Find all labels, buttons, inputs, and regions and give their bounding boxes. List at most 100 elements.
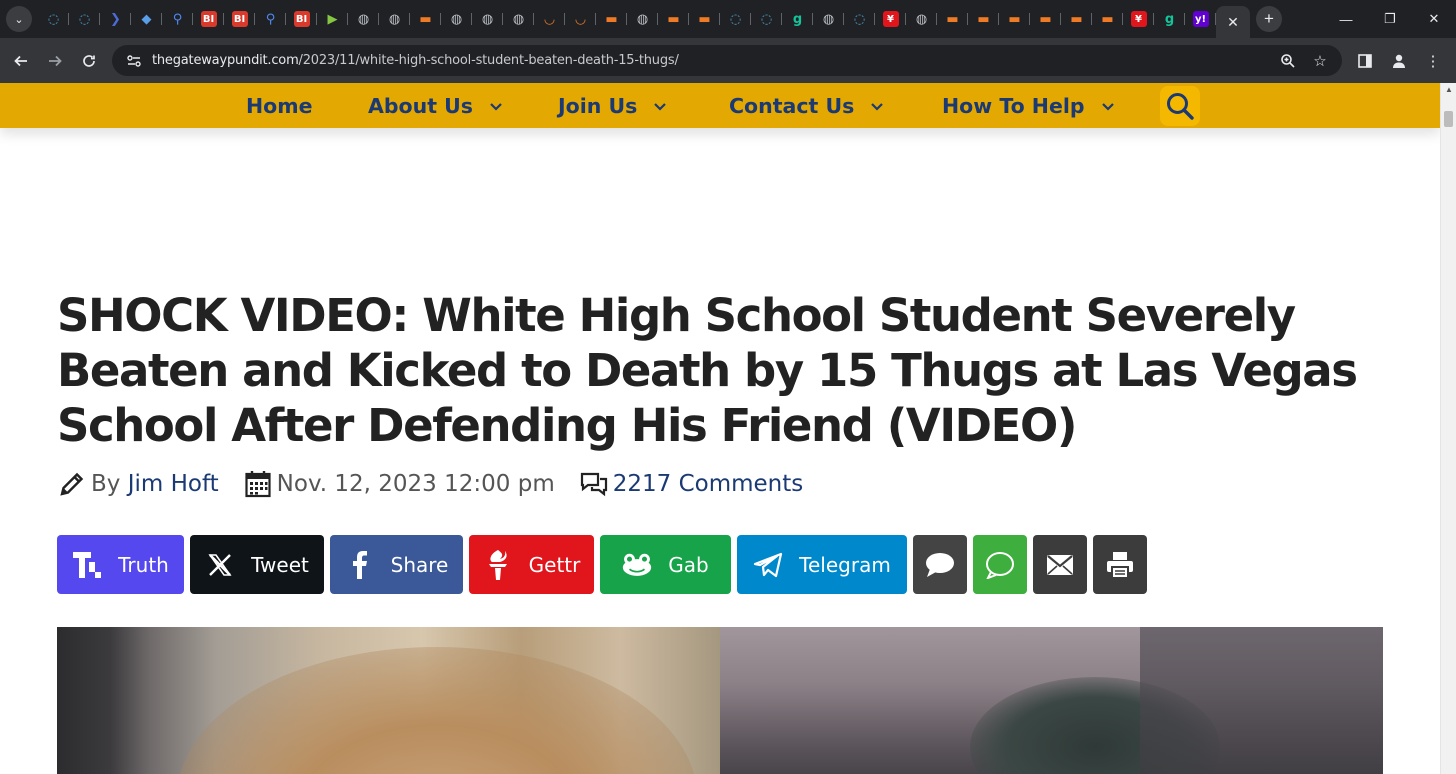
url-path: /2023/11/white-high-school-student-beate… (298, 53, 679, 68)
search-icon (1167, 93, 1194, 120)
pinned-tab[interactable]: ◡ (565, 4, 596, 34)
pinned-tab[interactable]: ▶ (317, 4, 348, 34)
article-hero-image[interactable] (57, 627, 1383, 774)
pinned-tab[interactable]: ◍ (627, 4, 658, 34)
restore-icon[interactable]: ❐ (1368, 0, 1412, 38)
shield-icon: ◌ (853, 11, 866, 27)
site-navigation: Home About Us Join Us Contact Us How To … (0, 83, 1440, 128)
chevron-icon: ❯ (110, 11, 121, 27)
url-text[interactable]: thegatewaypundit.com/2023/11/white-high-… (152, 53, 679, 68)
scrollbar-thumb[interactable] (1444, 111, 1453, 127)
pinned-tab[interactable]: ◌ (751, 4, 782, 34)
pinned-tab[interactable]: ◍ (348, 4, 379, 34)
share-gettr-button[interactable]: Gettr (469, 535, 594, 594)
share-gab-button[interactable]: Gab (600, 535, 731, 594)
more-menu-icon[interactable]: ⋮ (1416, 44, 1450, 78)
page-scrollbar[interactable]: ▲ (1440, 83, 1456, 774)
side-panel-icon[interactable] (1348, 44, 1382, 78)
pinned-tab[interactable]: ▬ (410, 4, 441, 34)
reload-button[interactable] (72, 44, 106, 78)
share-print-button[interactable] (1093, 535, 1147, 594)
pinned-tab[interactable]: ▬ (689, 4, 720, 34)
pinned-tab[interactable]: ◍ (906, 4, 937, 34)
site-search-button[interactable] (1160, 86, 1200, 126)
close-tab-icon[interactable]: ✕ (1227, 14, 1239, 31)
share-label: Gettr (528, 552, 581, 577)
scroll-up-arrow-icon[interactable]: ▲ (1445, 85, 1453, 94)
active-tab[interactable]: ✕ (1216, 6, 1250, 38)
pinned-tab[interactable]: ▬ (968, 4, 999, 34)
share-comment-button[interactable] (913, 535, 967, 594)
bookmark-icon: ▬ (1008, 11, 1021, 27)
share-label: Truth (118, 552, 169, 577)
share-email-button[interactable] (1033, 535, 1087, 594)
shield-icon: ◌ (729, 11, 742, 27)
print-icon (1105, 550, 1135, 580)
pinned-tab[interactable]: ◌ (69, 4, 100, 34)
pinned-tab[interactable]: BI (286, 4, 317, 34)
pinned-tab[interactable]: ◌ (38, 4, 69, 34)
pinned-tab[interactable]: y! (1185, 4, 1216, 34)
share-tweet-button[interactable]: Tweet (190, 535, 324, 594)
share-bar: Truth Tweet Share Gettr Gab Telegram (57, 535, 1153, 594)
nav-how-to-help[interactable]: How To Help (942, 83, 1115, 128)
pinned-tab[interactable]: ▬ (1030, 4, 1061, 34)
tab-search-menu-button[interactable]: ⌄ (6, 6, 32, 32)
pinned-tab[interactable]: ◌ (720, 4, 751, 34)
pinned-tab[interactable]: ◍ (379, 4, 410, 34)
forward-button[interactable] (38, 44, 72, 78)
author-link[interactable]: Jim Hoft (128, 471, 219, 497)
pinned-tab[interactable]: ◍ (472, 4, 503, 34)
globe-icon: ◍ (450, 11, 463, 27)
pinned-tab[interactable]: ▬ (658, 4, 689, 34)
pinned-tab[interactable]: ❯ (100, 4, 131, 34)
pinned-tab[interactable]: BI (193, 4, 224, 34)
comments-link[interactable]: 2217 Comments (613, 471, 804, 497)
pinned-tab[interactable]: ▬ (1092, 4, 1123, 34)
pinned-tab[interactable]: ◍ (813, 4, 844, 34)
close-window-icon[interactable]: ✕ (1412, 0, 1456, 38)
site-info-icon[interactable] (120, 50, 148, 72)
sms-icon (985, 550, 1015, 580)
globe-icon: ◍ (357, 11, 370, 27)
share-telegram-button[interactable]: Telegram (737, 535, 907, 594)
pinned-tab[interactable]: ¥ (1123, 4, 1154, 34)
comments-icon (579, 469, 609, 499)
bookmark-star-icon[interactable]: ☆ (1304, 52, 1336, 70)
profile-icon[interactable] (1382, 44, 1416, 78)
pinned-tab[interactable]: ▬ (1061, 4, 1092, 34)
facebook-icon (345, 550, 375, 580)
reload-icon (83, 54, 95, 67)
share-facebook-button[interactable]: Share (330, 535, 463, 594)
pinned-tab[interactable]: ⚲ (255, 4, 286, 34)
address-bar[interactable]: thegatewaypundit.com/2023/11/white-high-… (112, 45, 1342, 76)
nav-contact-us[interactable]: Contact Us (729, 83, 884, 128)
pinned-tab[interactable]: ◍ (503, 4, 534, 34)
new-tab-button[interactable]: + (1256, 6, 1282, 32)
pinned-tab[interactable]: ◆ (131, 4, 162, 34)
pinned-tab[interactable]: ⚲ (162, 4, 193, 34)
pinned-tab[interactable]: ▬ (596, 4, 627, 34)
pinned-tab[interactable]: ◡ (534, 4, 565, 34)
nav-home[interactable]: Home (246, 83, 313, 128)
pinned-tab[interactable]: BI (224, 4, 255, 34)
back-button[interactable] (4, 44, 38, 78)
pinned-tab[interactable]: g (1154, 4, 1185, 34)
zoom-icon[interactable] (1272, 53, 1304, 69)
pinned-tab[interactable]: ▬ (999, 4, 1030, 34)
minimize-icon[interactable]: — (1324, 0, 1368, 38)
nav-join-us[interactable]: Join Us (558, 83, 667, 128)
share-truth-button[interactable]: Truth (57, 535, 184, 594)
gettr-icon: ¥ (882, 11, 899, 27)
speech-bubble-icon (925, 550, 955, 580)
nav-about-us[interactable]: About Us (368, 83, 503, 128)
pinned-tab[interactable]: ¥ (875, 4, 906, 34)
pinned-tab[interactable]: ◌ (844, 4, 875, 34)
pinned-tab[interactable]: ▬ (937, 4, 968, 34)
pinned-tab[interactable]: ◍ (441, 4, 472, 34)
search-icon: ⚲ (172, 11, 183, 27)
hero-photo-portrait (57, 627, 720, 774)
pinned-tab[interactable]: g (782, 4, 813, 34)
nav-label: Join Us (558, 93, 638, 118)
share-sms-button[interactable] (973, 535, 1027, 594)
